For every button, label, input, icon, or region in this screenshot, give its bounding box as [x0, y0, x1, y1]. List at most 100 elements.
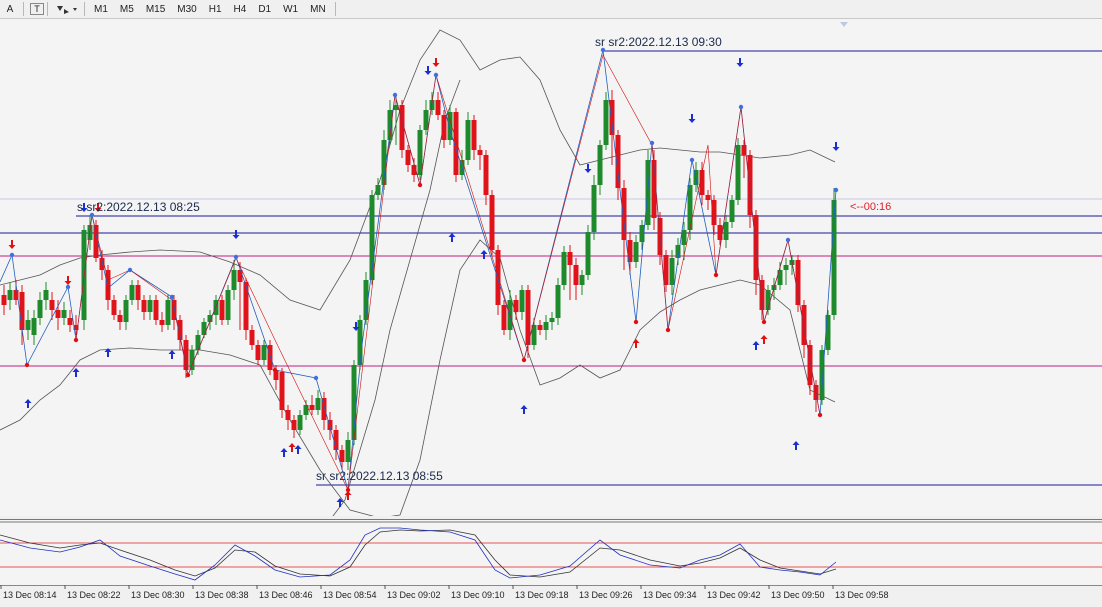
bear-candle [267, 345, 273, 370]
sr-label: s sr2:2022.12.13 08:25 [77, 200, 200, 214]
bull-candle [687, 185, 693, 230]
bear-candle [49, 300, 55, 310]
bear-candle [471, 120, 477, 150]
time-tick-label: 13 Dec 09:26 [579, 590, 633, 600]
bull-candle [633, 242, 639, 262]
timeframe-m30[interactable]: M30 [171, 1, 202, 17]
toolbar-separator [334, 2, 336, 16]
swing-low-dot [24, 362, 30, 368]
timeframe-m5[interactable]: M5 [114, 1, 140, 17]
bear-candle [243, 282, 249, 330]
timeframe-m1[interactable]: M1 [88, 1, 114, 17]
bear-candle [159, 320, 165, 325]
bear-candle [67, 318, 73, 325]
bear-candle [567, 252, 573, 265]
sr-label: sr sr2:2022.12.13 08:55 [316, 469, 443, 483]
bear-candle [489, 195, 495, 250]
shapes-icon [57, 6, 77, 14]
time-tick-label: 13 Dec 09:18 [515, 590, 569, 600]
candle-timer-label: <--00:16 [850, 201, 891, 213]
bear-candle [249, 330, 255, 345]
bear-candle [105, 270, 111, 300]
swing-high-dot [392, 92, 398, 98]
bull-candle [195, 335, 201, 350]
text-a-icon[interactable]: A [0, 1, 20, 17]
swing-low-dot [105, 285, 111, 291]
bear-candle [513, 300, 519, 312]
chart-background [0, 19, 1102, 516]
toolbar-separator [47, 2, 48, 16]
bull-candle [61, 310, 67, 318]
bull-candle [261, 345, 267, 360]
bull-candle [549, 318, 555, 322]
swing-high-dot [127, 267, 133, 273]
bull-candle [165, 300, 171, 325]
bull-candle [579, 275, 585, 285]
swing-low-dot [761, 319, 767, 325]
timeframe-h4[interactable]: H4 [228, 1, 253, 17]
oscillator-chart[interactable] [0, 519, 1102, 585]
swing-high-dot [9, 252, 15, 258]
bear-candle [1, 295, 7, 305]
bull-candle [591, 185, 597, 232]
main-price-chart[interactable]: s sr2:2022.12.13 08:25 sr sr2:2022.12.13 … [0, 19, 1102, 516]
timeframe-d1[interactable]: D1 [252, 1, 277, 17]
swing-high-dot [649, 140, 655, 146]
bull-candle [297, 415, 303, 430]
bull-candle [597, 145, 603, 185]
bull-candle [519, 290, 525, 312]
bull-candle [723, 222, 729, 240]
bull-candle [123, 300, 129, 322]
bull-candle [37, 300, 43, 318]
bull-candle [555, 285, 561, 318]
time-tick-label: 13 Dec 08:30 [131, 590, 185, 600]
bull-candle [43, 290, 49, 300]
text-label-icon[interactable]: T [30, 3, 44, 15]
bear-candle [153, 300, 159, 320]
time-tick-label: 13 Dec 08:38 [195, 590, 249, 600]
bear-candle [435, 100, 441, 115]
time-tick-label: 13 Dec 09:42 [707, 590, 761, 600]
time-tick-label: 13 Dec 09:10 [451, 590, 505, 600]
bull-candle [201, 322, 207, 335]
swing-high-dot [833, 187, 839, 193]
bear-candle [405, 150, 411, 165]
bull-candle [375, 185, 381, 195]
swing-low-dot [633, 319, 639, 325]
bear-candle [483, 155, 489, 195]
sr-label: sr sr2:2022.12.13 09:30 [595, 35, 722, 49]
swing-high-dot [785, 237, 791, 243]
swing-low-dot [417, 182, 423, 188]
bull-candle [7, 290, 13, 300]
bear-candle [279, 372, 285, 410]
swing-low-dot [713, 272, 719, 278]
timeframe-h1[interactable]: H1 [203, 1, 228, 17]
bear-candle [537, 325, 543, 330]
timeframe-m15[interactable]: M15 [140, 1, 171, 17]
bull-candle [669, 258, 675, 285]
bull-candle [729, 200, 735, 222]
swing-low-dot [665, 327, 671, 333]
timeframe-mn[interactable]: MN [304, 1, 332, 17]
bear-candle [339, 450, 345, 462]
swing-high-dot [738, 104, 744, 110]
swing-high-dot [433, 72, 439, 78]
bear-candle [291, 420, 297, 430]
bear-candle [795, 260, 801, 305]
timeframe-w1[interactable]: W1 [277, 1, 304, 17]
bear-candle [477, 150, 483, 155]
bull-candle [681, 230, 687, 245]
bull-candle [417, 130, 423, 175]
swing-high-dot [233, 254, 239, 260]
bull-candle [31, 318, 37, 335]
bull-candle [543, 322, 549, 330]
bull-candle [25, 320, 31, 330]
swing-high-dot [169, 294, 175, 300]
swing-high-dot [65, 284, 71, 290]
time-tick-label: 13 Dec 08:22 [67, 590, 121, 600]
time-tick-label: 13 Dec 09:02 [387, 590, 441, 600]
swing-high-dot [313, 375, 319, 381]
bull-candle [225, 290, 231, 320]
time-tick-label: 13 Dec 08:14 [3, 590, 57, 600]
objects-dropdown-icon[interactable] [51, 1, 81, 17]
